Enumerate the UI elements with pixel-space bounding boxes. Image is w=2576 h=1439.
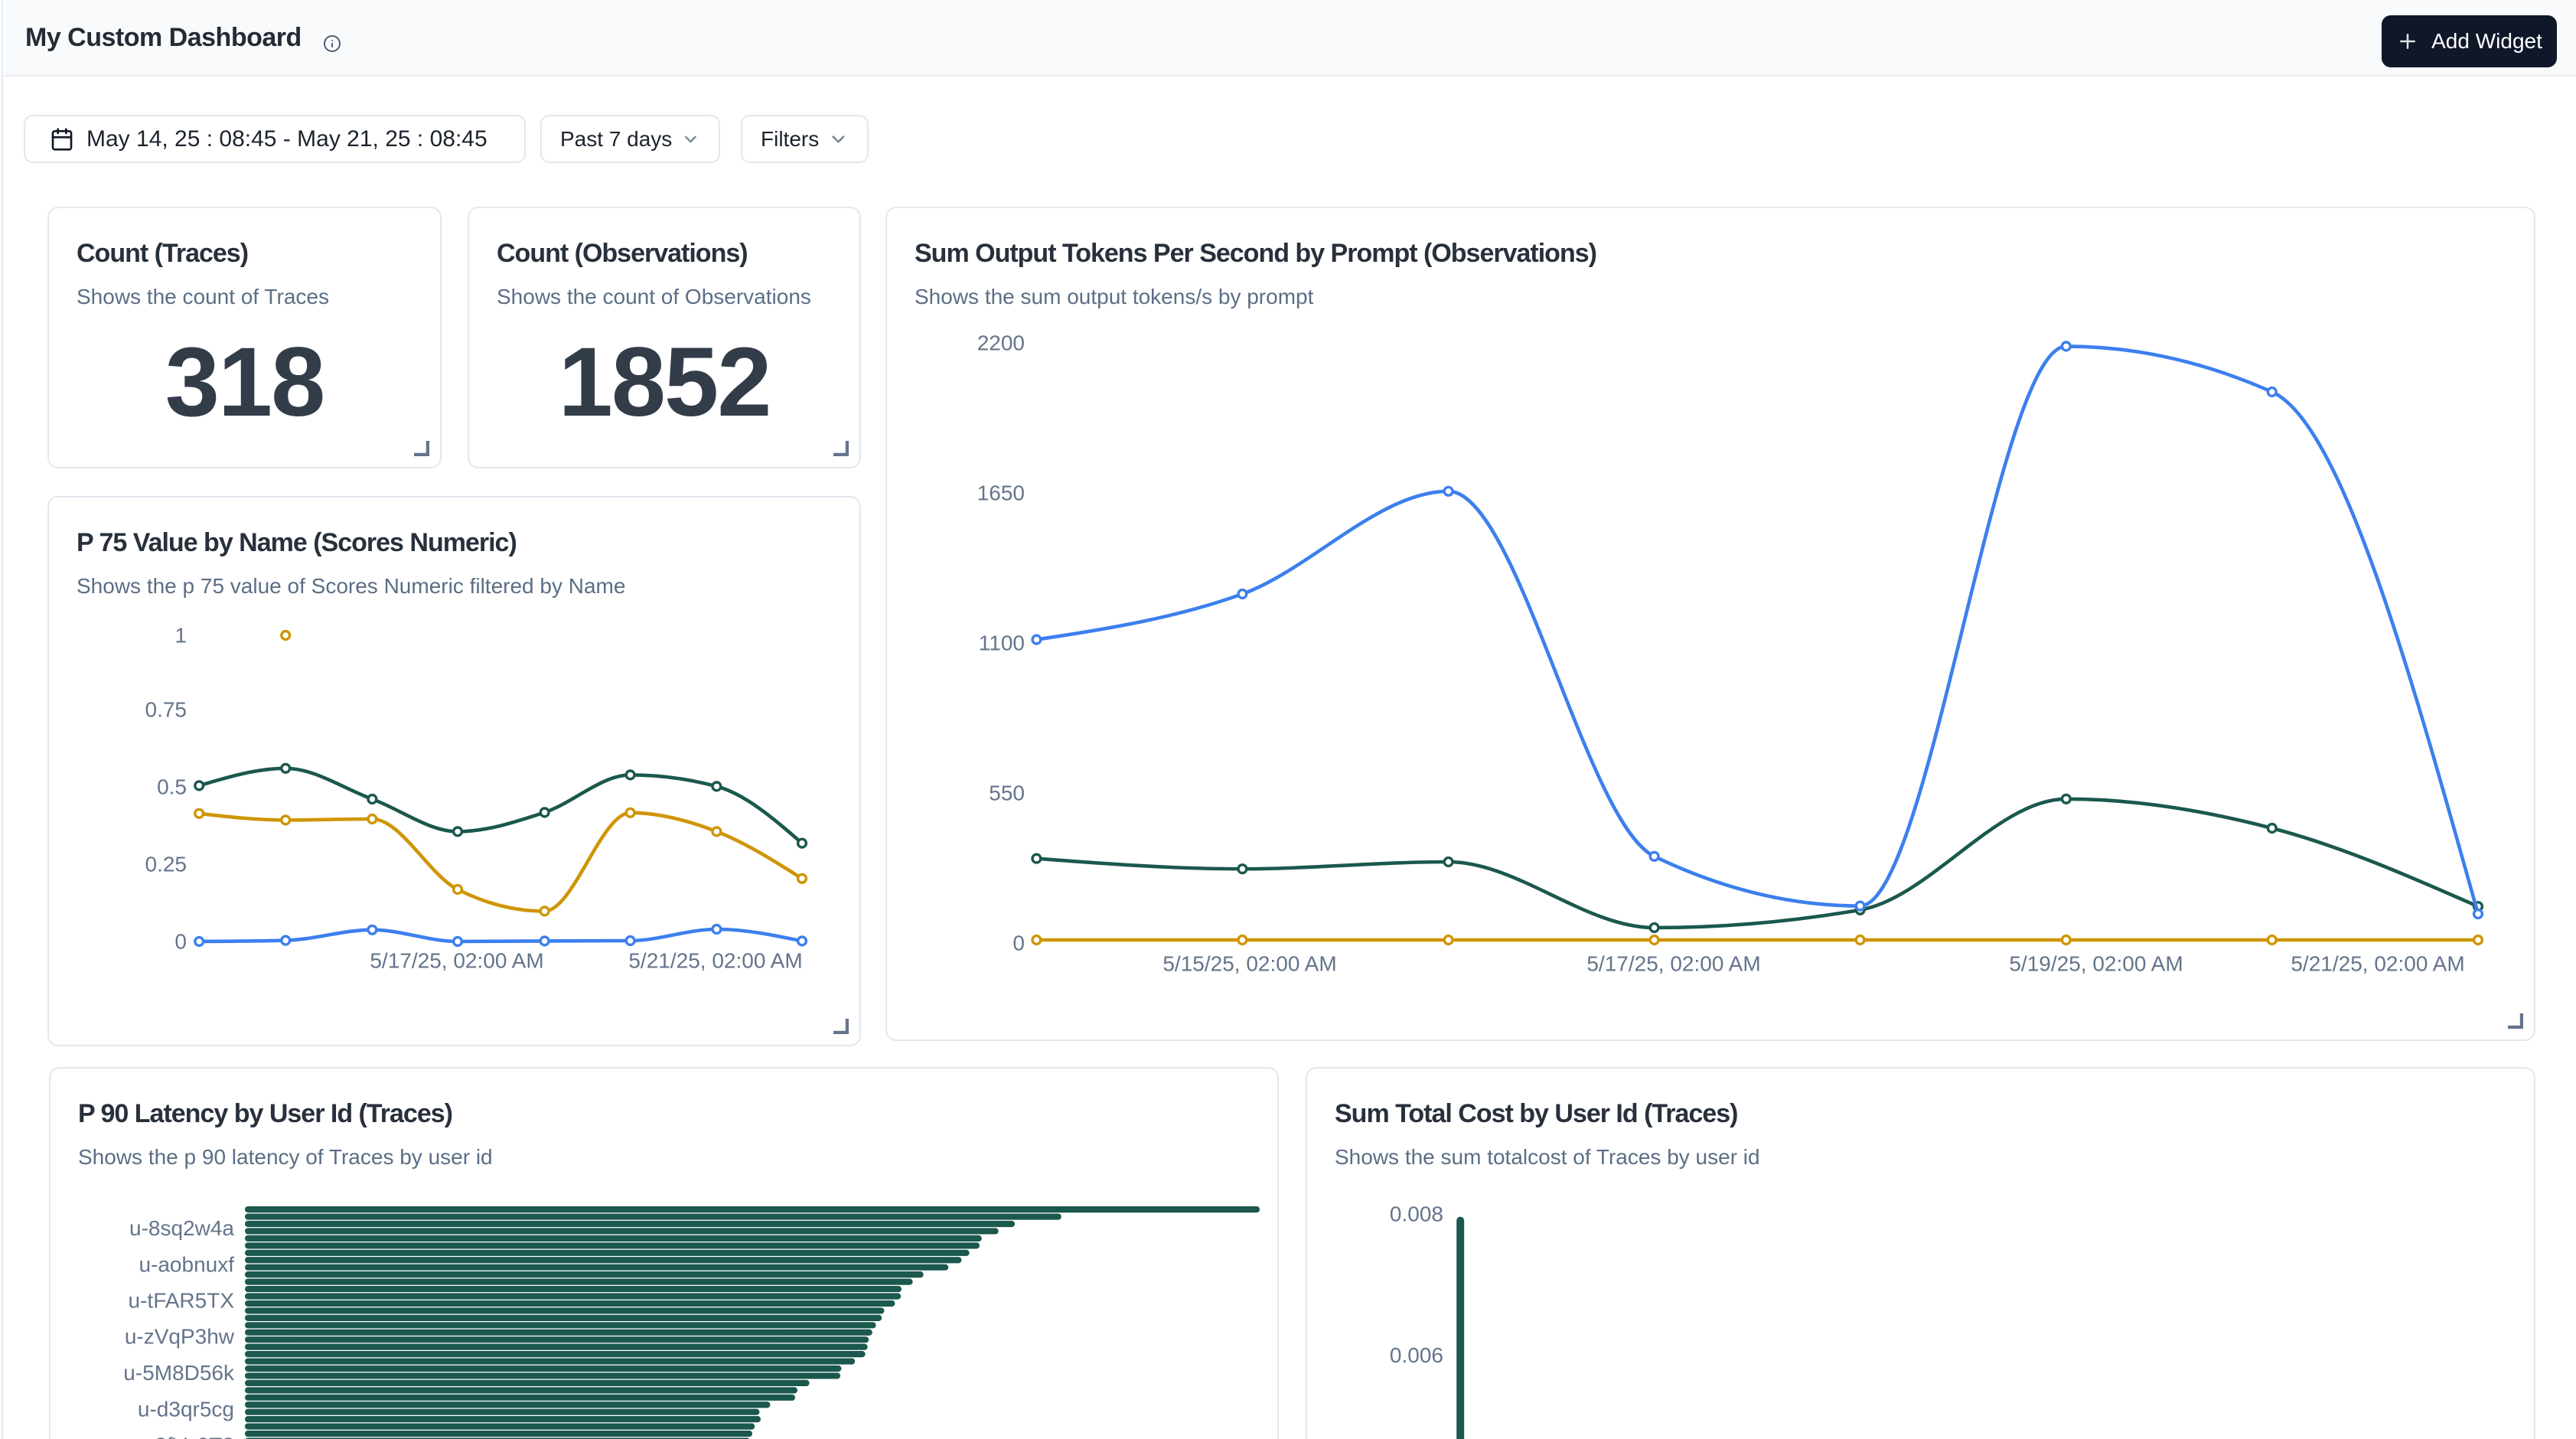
svg-text:5/19/25, 02:00 AM: 5/19/25, 02:00 AM bbox=[2009, 952, 2183, 976]
svg-text:u-8fVa9T3: u-8fVa9T3 bbox=[135, 1434, 234, 1439]
svg-text:u-tFAR5TX: u-tFAR5TX bbox=[129, 1289, 235, 1313]
svg-text:0.75: 0.75 bbox=[145, 698, 187, 722]
svg-text:u-zVqP3hw: u-zVqP3hw bbox=[125, 1325, 235, 1349]
svg-text:2200: 2200 bbox=[977, 331, 1025, 355]
svg-text:5/21/25, 02:00 AM: 5/21/25, 02:00 AM bbox=[628, 948, 802, 972]
svg-text:5/21/25, 02:00 AM: 5/21/25, 02:00 AM bbox=[2291, 952, 2464, 976]
svg-text:u-d3qr5cg: u-d3qr5cg bbox=[138, 1397, 234, 1421]
svg-text:0: 0 bbox=[1012, 932, 1025, 955]
svg-text:0: 0 bbox=[174, 930, 187, 954]
svg-text:u-5M8D56k: u-5M8D56k bbox=[123, 1361, 235, 1385]
svg-text:0.5: 0.5 bbox=[157, 775, 187, 799]
svg-text:1: 1 bbox=[174, 624, 187, 648]
svg-text:1100: 1100 bbox=[979, 631, 1025, 655]
svg-text:5/17/25, 02:00 AM: 5/17/25, 02:00 AM bbox=[1586, 952, 1760, 976]
svg-text:5/17/25, 02:00 AM: 5/17/25, 02:00 AM bbox=[370, 948, 543, 972]
svg-text:u-8sq2w4a: u-8sq2w4a bbox=[129, 1216, 234, 1240]
svg-text:5/15/25, 02:00 AM: 5/15/25, 02:00 AM bbox=[1162, 952, 1336, 976]
svg-text:0.25: 0.25 bbox=[145, 853, 187, 876]
svg-text:1650: 1650 bbox=[977, 481, 1025, 505]
svg-text:550: 550 bbox=[989, 781, 1025, 805]
svg-text:0.008: 0.008 bbox=[1390, 1202, 1443, 1225]
svg-text:0.006: 0.006 bbox=[1390, 1343, 1443, 1367]
svg-text:u-aobnuxf: u-aobnuxf bbox=[139, 1252, 234, 1276]
